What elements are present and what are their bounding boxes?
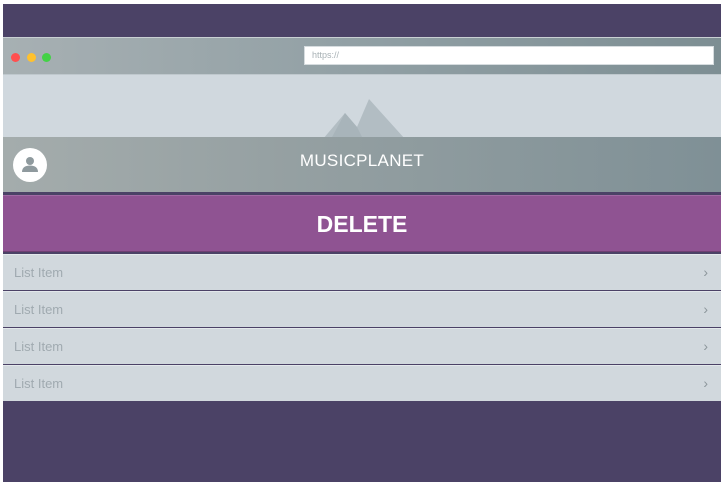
app-frame: https:// MUSICPLANET DELETE List Item › … bbox=[3, 4, 721, 482]
chevron-right-icon: › bbox=[703, 338, 708, 354]
delete-button[interactable]: DELETE bbox=[3, 195, 721, 252]
list-item-label: List Item bbox=[14, 376, 64, 391]
list-item[interactable]: List Item › bbox=[3, 365, 721, 401]
chevron-right-icon: › bbox=[703, 301, 708, 317]
list-item[interactable]: List Item › bbox=[3, 328, 721, 364]
list-item-label: List Item bbox=[14, 302, 64, 317]
hero-banner bbox=[3, 74, 721, 138]
close-dot-icon[interactable] bbox=[11, 53, 20, 62]
minimize-dot-icon[interactable] bbox=[27, 53, 36, 62]
maximize-dot-icon[interactable] bbox=[42, 53, 51, 62]
address-bar[interactable]: https:// bbox=[304, 46, 714, 65]
browser-toolbar: https:// bbox=[3, 37, 721, 75]
list-item[interactable]: List Item › bbox=[3, 254, 721, 290]
address-bar-placeholder: https:// bbox=[312, 50, 340, 60]
list-item-label: List Item bbox=[14, 265, 64, 280]
page-title: MUSICPLANET bbox=[299, 151, 425, 170]
list-item-label: List Item bbox=[14, 339, 64, 354]
list-item[interactable]: List Item › bbox=[3, 291, 721, 327]
chevron-right-icon: › bbox=[703, 375, 708, 391]
profile-header: MUSICPLANET bbox=[3, 137, 721, 192]
chevron-right-icon: › bbox=[703, 264, 708, 280]
mountain-icon bbox=[323, 99, 405, 138]
item-list: List Item › List Item › List Item › List… bbox=[3, 254, 721, 402]
